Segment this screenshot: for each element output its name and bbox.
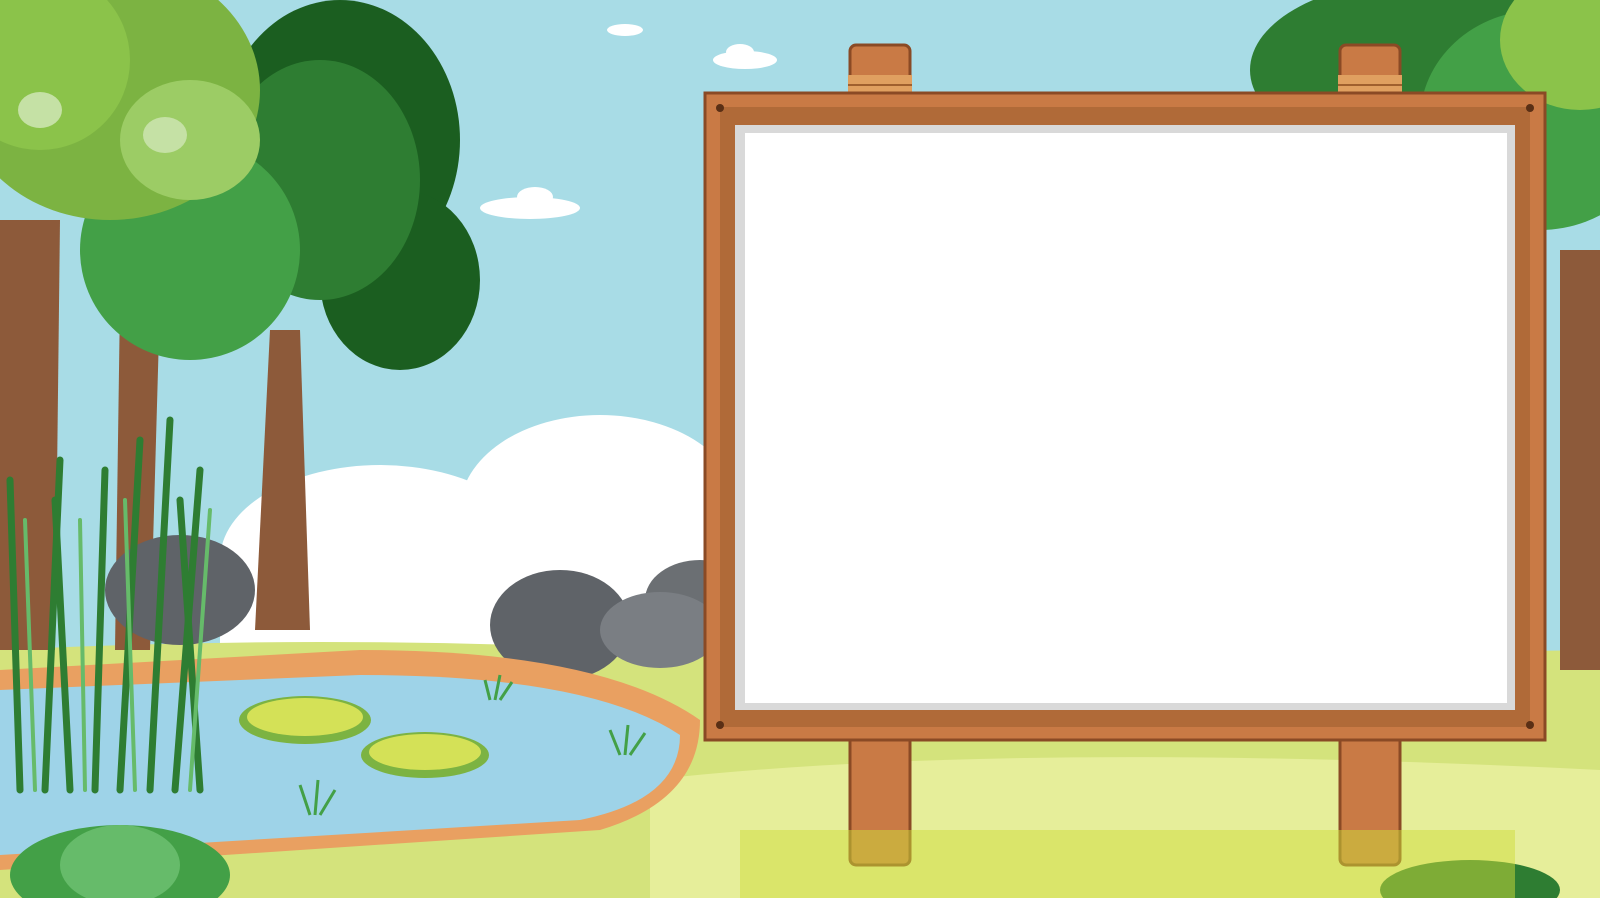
grass-strip — [740, 830, 1515, 898]
blank-board — [745, 133, 1507, 703]
lily-pad — [361, 732, 489, 778]
lily-pad — [239, 696, 371, 744]
cloud — [607, 24, 643, 36]
rock — [600, 592, 720, 668]
scene-svg — [0, 0, 1600, 898]
forest-scene — [0, 0, 1600, 898]
